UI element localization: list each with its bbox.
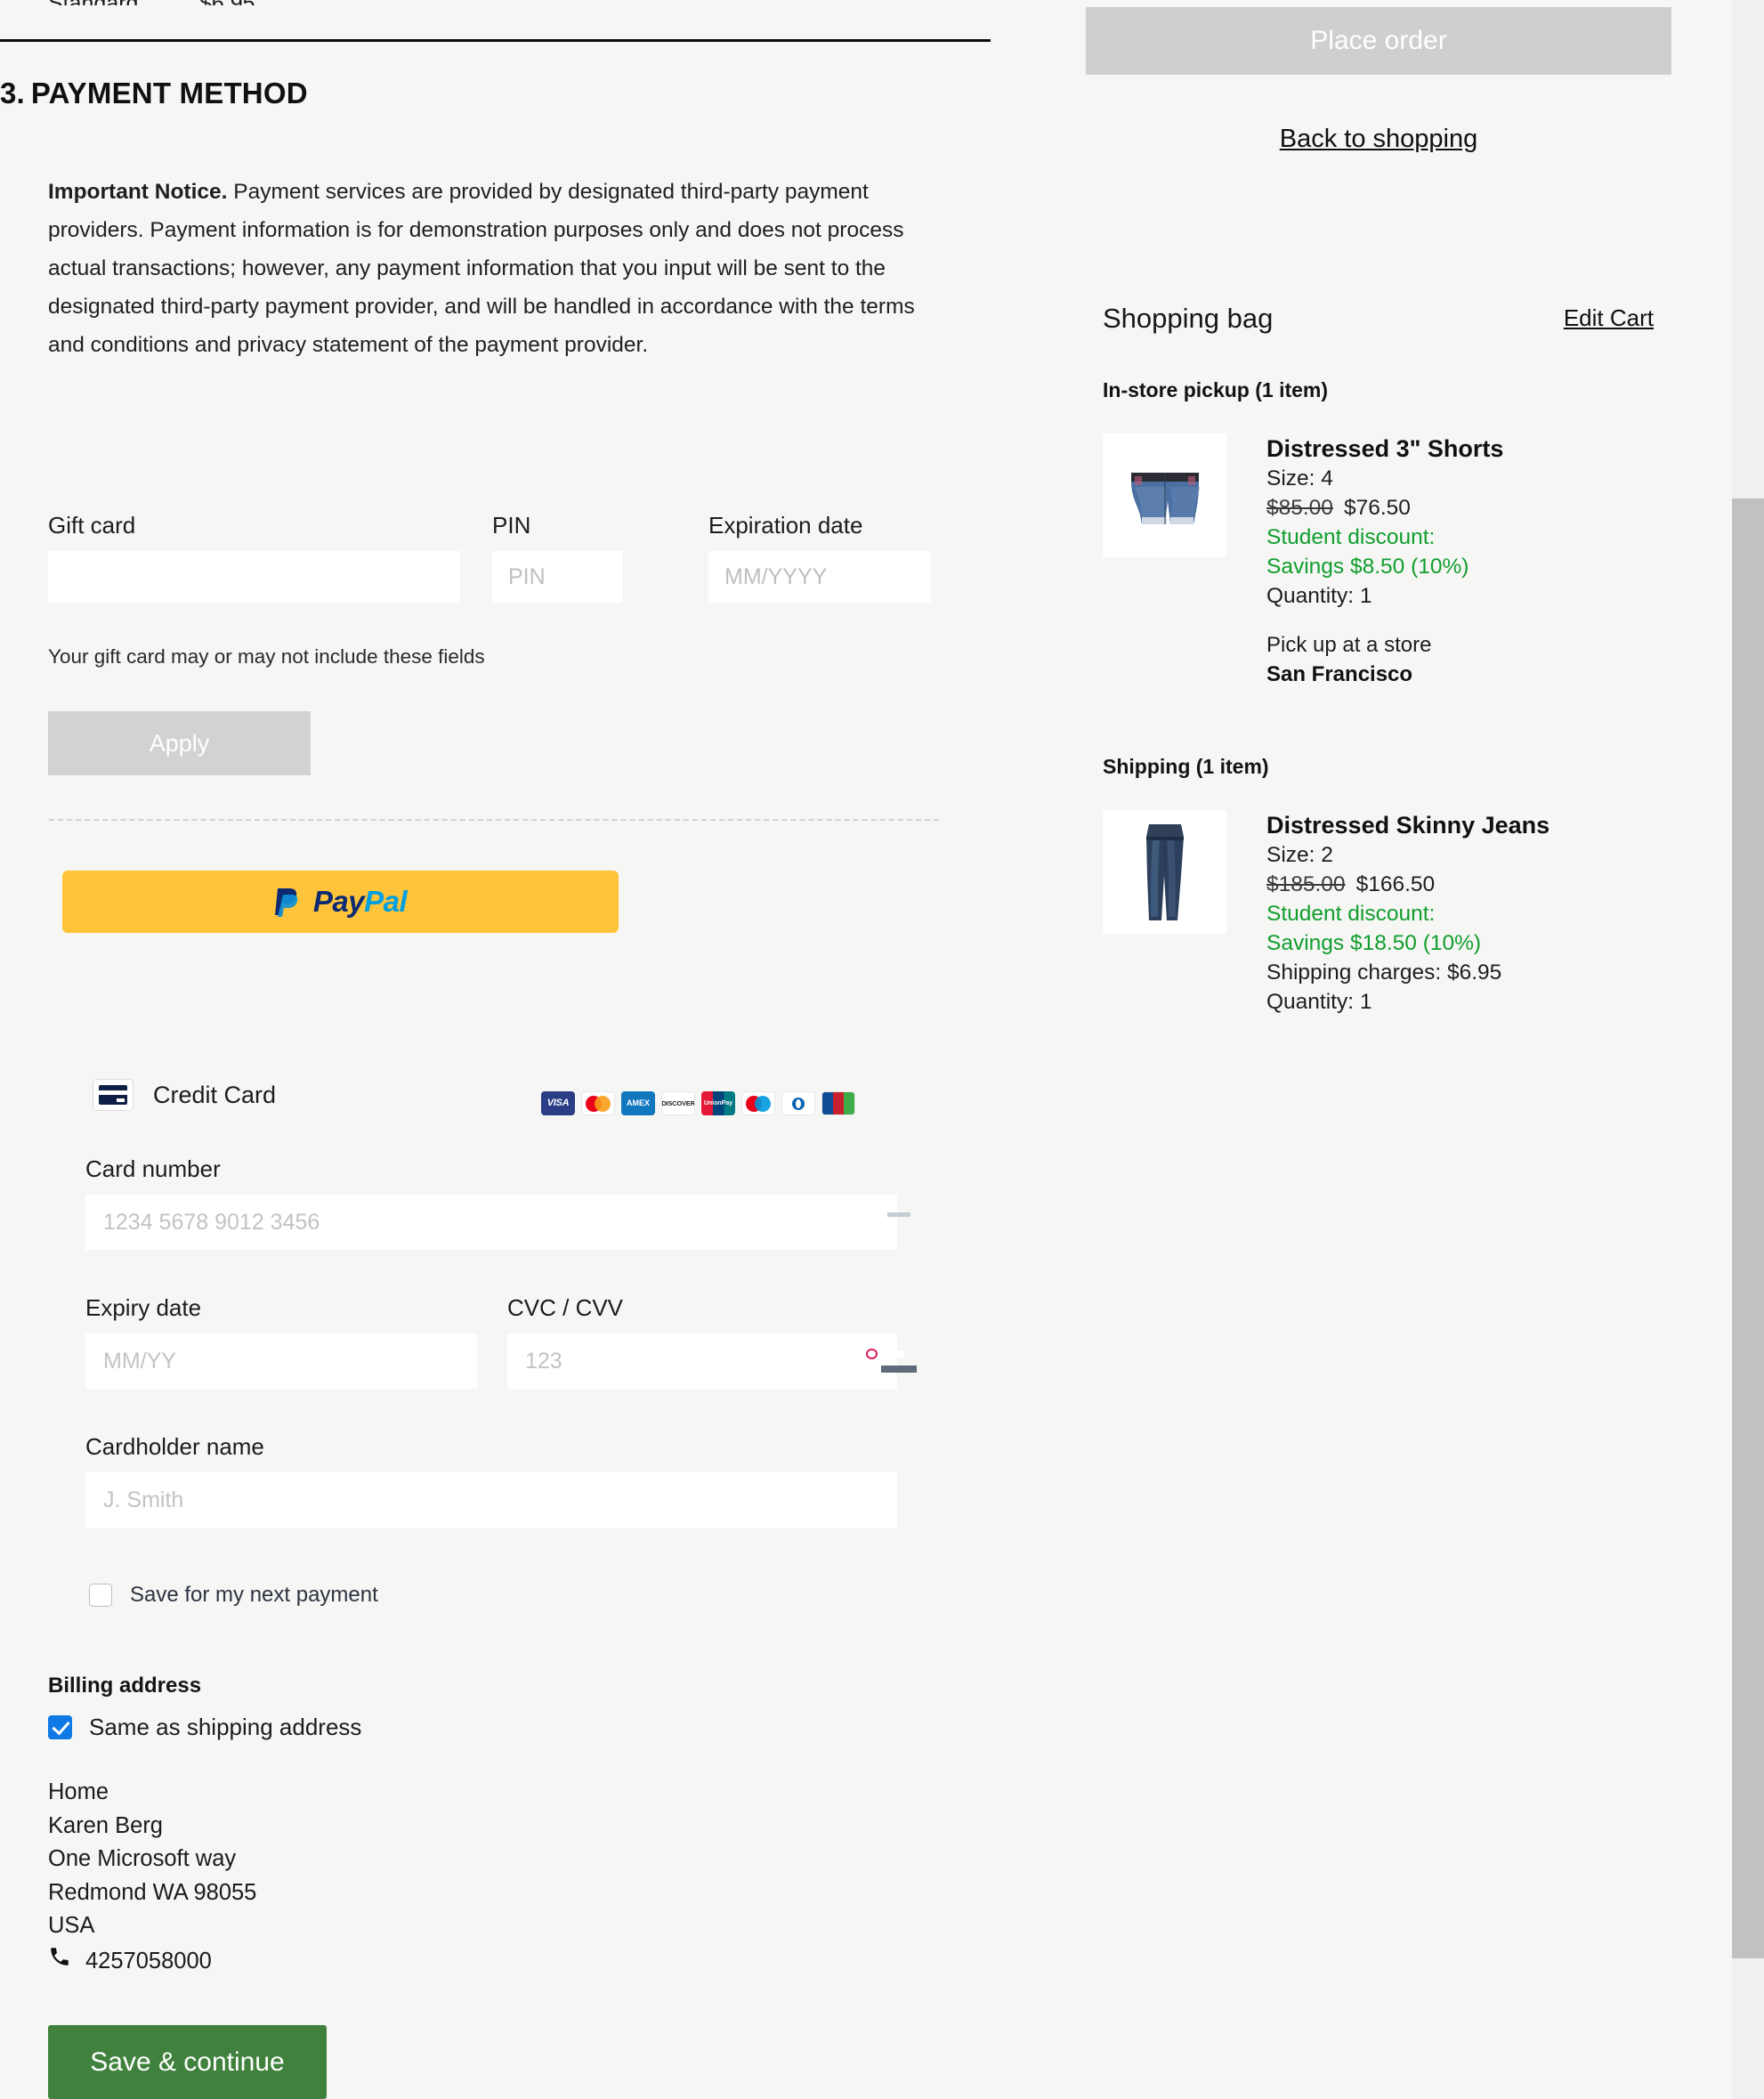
notice-body: Payment services are provided by designa… xyxy=(48,180,915,357)
cart-item-prices: $185.00 $166.50 xyxy=(1266,870,1550,899)
paypal-pal-text: Pal xyxy=(364,885,408,918)
gift-card-label: Gift card xyxy=(48,512,136,539)
address-line-1: Karen Berg xyxy=(48,1812,163,1838)
save-and-continue-button[interactable]: Save & continue xyxy=(48,2025,327,2099)
apply-gift-card-button[interactable]: Apply xyxy=(48,711,311,775)
card-brand-list: VISA AMEX DISCOVER UnionPay xyxy=(541,1091,855,1115)
save-payment-checkbox[interactable] xyxy=(89,1584,112,1607)
address-line-4: USA xyxy=(48,1913,95,1938)
paypal-button[interactable]: PayPal xyxy=(62,871,619,933)
credit-card-icon xyxy=(93,1079,134,1111)
cart-item-discount: Student discount: Savings $8.50 (10%) xyxy=(1266,525,1469,579)
cart-item-size: Size: 2 xyxy=(1266,843,1333,867)
section-title-text: PAYMENT METHOD xyxy=(30,77,308,109)
credit-card-option[interactable]: Credit Card xyxy=(93,1079,276,1111)
cart-item-quantity: Quantity: 1 xyxy=(1266,990,1372,1014)
cart-item-old-price: $85.00 xyxy=(1266,496,1333,520)
card-number-field: Card number xyxy=(85,1155,897,1250)
pin-label: PIN xyxy=(492,512,531,539)
cart-item-quantity: Quantity: 1 xyxy=(1266,584,1372,608)
card-cvc-field: CVC / CVV xyxy=(507,1294,897,1389)
save-payment-label: Save for my next payment xyxy=(130,1583,378,1607)
product-image-shorts xyxy=(1103,434,1226,557)
discover-icon: DISCOVER xyxy=(661,1091,695,1115)
cart-item-name: Distressed 3" Shorts xyxy=(1266,435,1504,462)
cart-item-shipping-charges: Shipping charges: $6.95 xyxy=(1266,960,1502,985)
diners-club-icon xyxy=(781,1091,815,1115)
same-as-shipping-checkbox[interactable] xyxy=(48,1715,72,1739)
product-image-jeans xyxy=(1103,810,1226,934)
address-line-0: Home xyxy=(48,1779,109,1804)
cart-item: Distressed Skinny Jeans Size: 2 $185.00 $… xyxy=(1103,810,1550,1017)
card-expiry-field: Expiry date xyxy=(85,1294,477,1389)
gift-card-input[interactable] xyxy=(48,551,460,603)
expiration-date-input[interactable] xyxy=(708,551,931,603)
cart-item-details: Distressed 3" Shorts Size: 4 $85.00 $76.5… xyxy=(1266,434,1516,689)
paypal-pay-text: Pay xyxy=(312,885,365,918)
unionpay-icon: UnionPay xyxy=(701,1091,735,1115)
card-number-label: Card number xyxy=(85,1155,221,1182)
payment-divider xyxy=(49,819,939,821)
expiration-date-label: Expiration date xyxy=(708,512,863,539)
notice-bold-lead: Important Notice. xyxy=(48,180,228,204)
fulfillment-group-heading: In-store pickup (1 item) xyxy=(1103,378,1329,401)
gift-card-pin-field: PIN xyxy=(492,512,622,603)
card-cvc-label: CVC / CVV xyxy=(507,1294,624,1321)
cardholder-name-input[interactable] xyxy=(85,1472,897,1528)
same-as-shipping-label: Same as shipping address xyxy=(89,1714,362,1740)
cart-item-store: San Francisco xyxy=(1266,662,1413,686)
billing-phone-number: 4257058000 xyxy=(85,1948,212,1973)
paypal-icon xyxy=(274,885,304,919)
fulfillment-group-heading: Shipping (1 item) xyxy=(1103,755,1269,778)
page-right-margin xyxy=(1673,0,1732,2099)
cart-item-name: Distressed Skinny Jeans xyxy=(1266,812,1550,839)
edit-cart-link[interactable]: Edit Cart xyxy=(1564,304,1654,332)
cart-item-new-price: $166.50 xyxy=(1355,872,1436,896)
card-cvc-input[interactable] xyxy=(507,1333,897,1389)
billing-phone-row: 4257058000 xyxy=(48,1945,256,1979)
page-title: 3. PAYMENT METHOD xyxy=(0,77,308,110)
cardholder-name-label: Cardholder name xyxy=(85,1433,264,1460)
gift-card-field: Gift card xyxy=(48,512,460,603)
billing-address-title: Billing address xyxy=(48,1674,202,1698)
vertical-scrollbar-thumb[interactable] xyxy=(1732,498,1764,1958)
jcb-icon xyxy=(821,1091,855,1115)
same-as-shipping-row[interactable]: Same as shipping address xyxy=(48,1714,361,1741)
section-number: 3. xyxy=(0,77,25,109)
gift-card-expiration-field: Expiration date xyxy=(708,512,931,603)
cart-item-new-price: $76.50 xyxy=(1343,496,1411,520)
save-payment-checkbox-row[interactable]: Save for my next payment xyxy=(89,1583,378,1608)
cart-item: Distressed 3" Shorts Size: 4 $85.00 $76.5… xyxy=(1103,434,1516,689)
billing-address-block: Home Karen Berg One Microsoft way Redmon… xyxy=(48,1776,256,1978)
payment-method-column: 3. PAYMENT METHOD Important Notice. Payme… xyxy=(0,0,997,2099)
cart-item-discount: Student discount: Savings $18.50 (10%) xyxy=(1266,902,1482,955)
card-number-input[interactable] xyxy=(85,1195,897,1250)
address-line-3: Redmond WA 98055 xyxy=(48,1879,257,1905)
gift-card-hint: Your gift card may or may not include th… xyxy=(48,645,485,668)
back-to-shopping-link[interactable]: Back to shopping xyxy=(1086,125,1671,154)
visa-icon: VISA xyxy=(541,1091,575,1115)
credit-card-label: Credit Card xyxy=(153,1081,277,1108)
place-order-button[interactable]: Place order xyxy=(1086,7,1671,75)
mastercard-icon xyxy=(581,1091,615,1115)
cart-item-size: Size: 4 xyxy=(1266,466,1333,490)
checkout-page: Standard$6.95 3.PAYMENT METHOD Important… xyxy=(0,0,1764,2099)
cart-item-fulfillment: Pick up at a store xyxy=(1266,633,1432,657)
shopping-bag-title: Shopping bag xyxy=(1103,303,1274,334)
important-notice: Important Notice. Payment services are p… xyxy=(48,173,938,364)
cart-item-old-price: $185.00 xyxy=(1266,872,1346,896)
paypal-wordmark: PayPal xyxy=(312,885,408,919)
pin-input[interactable] xyxy=(492,551,622,603)
amex-icon: AMEX xyxy=(621,1091,655,1115)
cardholder-name-field: Cardholder name xyxy=(85,1433,897,1528)
maestro-icon xyxy=(741,1091,775,1115)
cart-item-prices: $85.00 $76.50 xyxy=(1266,493,1516,523)
phone-icon xyxy=(48,1945,71,1979)
card-expiry-input[interactable] xyxy=(85,1333,477,1389)
cart-item-details: Distressed Skinny Jeans Size: 2 $185.00 $… xyxy=(1266,810,1550,1017)
card-expiry-label: Expiry date xyxy=(85,1294,202,1321)
address-line-2: One Microsoft way xyxy=(48,1846,237,1871)
